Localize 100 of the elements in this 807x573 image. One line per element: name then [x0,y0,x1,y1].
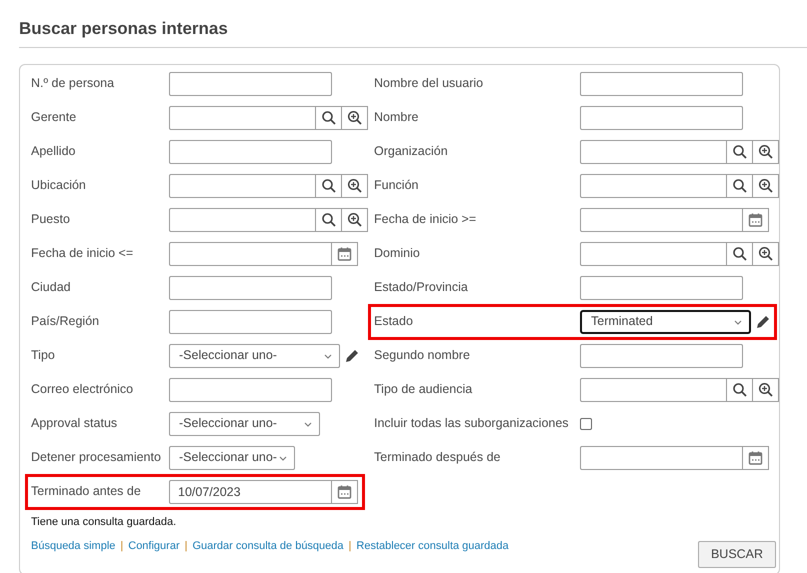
field-label: Gerente [31,109,78,126]
chevron-icon [323,352,333,360]
field-label: Correo electrónico [31,381,134,398]
field-label: Fecha de inicio >= [374,211,478,228]
separator: | [348,539,352,554]
calendar-button[interactable] [332,242,358,266]
text-field[interactable] [580,106,743,130]
text-field[interactable] [580,140,727,164]
field-label: Incluir todas las suborganizaciones [374,415,570,432]
zoom-in-icon [347,212,362,227]
field-label: Ciudad [31,279,72,296]
zoom-in-icon [758,178,773,193]
text-field[interactable] [169,310,332,334]
search-button[interactable] [727,242,753,266]
text-field[interactable] [580,378,727,402]
search-button[interactable] [727,378,753,402]
pencil-icon [344,348,359,363]
text-field[interactable] [580,72,743,96]
link[interactable]: Restablecer consulta guardada [356,538,509,554]
text-field[interactable] [580,242,727,266]
search-button[interactable] [316,208,342,232]
calendar-icon [748,450,763,465]
text-field[interactable] [580,174,727,198]
dropdown[interactable]: Terminated [580,310,751,334]
text-field[interactable] [169,208,316,232]
zoom-in-icon [347,178,362,193]
search-button[interactable] [316,174,342,198]
field-label: Apellido [31,143,76,160]
calendar-icon [337,246,352,261]
field-label: Puesto [31,211,71,228]
link[interactable]: Guardar consulta de búsqueda [192,538,344,554]
link[interactable]: Búsqueda simple [31,538,116,554]
field-label: Nombre del usuario [374,75,484,92]
date-field[interactable]: 10/07/2023 [169,480,332,504]
search-button[interactable] [316,106,342,130]
field-label: Approval status [31,415,118,432]
field-label: Terminado después de [374,449,502,466]
dropdown[interactable]: -Seleccionar uno- [169,344,340,368]
calendar-button[interactable] [743,446,769,470]
zoom-in-icon [758,144,773,159]
separator: | [184,539,188,554]
search-icon [732,382,747,397]
zoom-button[interactable] [753,378,779,402]
checkbox[interactable] [580,418,592,430]
date-field[interactable] [580,446,743,470]
text-field[interactable] [169,174,316,198]
dropdown[interactable]: -Seleccionar uno- [169,412,320,436]
search-icon [321,178,336,193]
text-field[interactable] [169,378,332,402]
field-label: Ubicación [31,177,87,194]
field-label: Organización [374,143,449,160]
separator: | [120,539,124,554]
search-button[interactable]: BUSCAR [698,540,776,568]
text-field[interactable] [580,344,743,368]
pencil-icon [755,314,770,329]
chevron-icon [303,420,313,428]
link[interactable]: Configurar [128,538,180,554]
field-label: Segundo nombre [374,347,471,364]
search-button[interactable] [727,174,753,198]
zoom-in-icon [758,246,773,261]
text-field[interactable] [169,276,332,300]
text-field[interactable] [169,72,332,96]
zoom-in-icon [758,382,773,397]
zoom-button[interactable] [342,174,368,198]
search-button[interactable] [727,140,753,164]
calendar-button[interactable] [743,208,769,232]
field-label: Detener procesamiento [31,449,162,466]
date-field[interactable] [580,208,743,232]
text-field[interactable] [580,276,743,300]
zoom-button[interactable] [342,106,368,130]
field-label: N.º de persona [31,75,116,92]
chevron-icon [733,318,743,326]
field-label: Dominio [374,245,421,262]
zoom-in-icon [347,110,362,125]
chevron-icon [278,454,288,462]
field-label: País/Región [31,313,100,330]
field-label: Tipo [31,347,56,364]
field-label: Nombre [374,109,420,126]
page-title: Buscar personas internas [19,16,807,48]
field-label: Estado/Provincia [374,279,469,296]
zoom-button[interactable] [753,140,779,164]
zoom-button[interactable] [342,208,368,232]
saved-query-note: Tiene una consulta guardada. [31,514,178,530]
date-field[interactable] [169,242,332,266]
search-icon [321,212,336,227]
text-field[interactable] [169,140,332,164]
search-icon [732,178,747,193]
zoom-button[interactable] [753,242,779,266]
search-icon [732,246,747,261]
dropdown[interactable]: -Seleccionar uno- [169,446,295,470]
field-label: Estado [374,313,414,330]
field-label: Fecha de inicio <= [31,245,134,262]
calendar-icon [748,212,763,227]
field-label: Tipo de audiencia [374,381,474,398]
search-icon [732,144,747,159]
text-field[interactable] [169,106,316,130]
calendar-button[interactable] [332,480,358,504]
zoom-button[interactable] [753,174,779,198]
search-icon [321,110,336,125]
field-label: Terminado antes de [31,483,142,500]
